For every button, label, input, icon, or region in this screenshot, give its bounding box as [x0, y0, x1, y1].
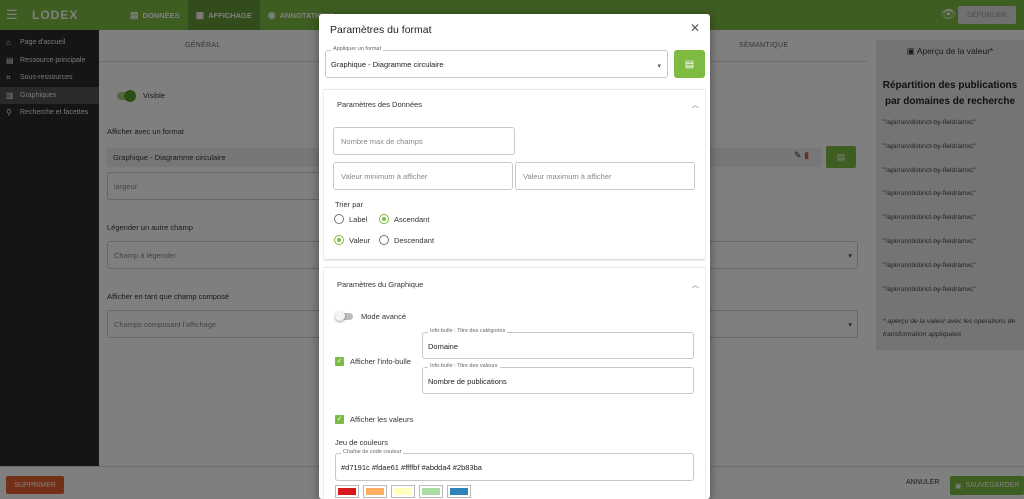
radio-icon [334, 235, 344, 245]
radio-label: Descendant [394, 235, 435, 245]
radio-icon [379, 235, 389, 245]
color-swatch-fill [422, 488, 440, 495]
tooltip-category-legend: Info-bulle : Titre des catégories [428, 328, 508, 334]
color-swatch[interactable] [363, 485, 387, 498]
color-string-input[interactable]: Chaîne de code couleur #d7191c #fdae61 #… [335, 449, 694, 481]
chevron-up-icon[interactable]: ︿ [692, 100, 699, 110]
show-tooltip-checkbox[interactable]: ✓ Afficher l'info-bulle [335, 357, 411, 366]
table-icon: ▤ [684, 58, 695, 70]
max-value-input[interactable]: Valeur maximum à afficher [515, 162, 695, 190]
radio-icon [334, 214, 344, 224]
apply-format-value: Graphique - Diagramme circulaire [331, 60, 444, 69]
radio-icon [379, 214, 389, 224]
apply-format-select[interactable]: Appliquer un format Graphique - Diagramm… [325, 46, 668, 78]
chevron-up-icon[interactable]: ︿ [692, 280, 699, 290]
advanced-mode-label: Mode avancé [361, 312, 407, 321]
max-value-placeholder: Valeur maximum à afficher [523, 172, 612, 181]
show-tooltip-label: Afficher l'info-bulle [350, 357, 411, 366]
color-swatch[interactable] [419, 485, 443, 498]
color-swatch[interactable] [335, 485, 359, 498]
order-descending-radio[interactable]: Descendant [379, 235, 434, 245]
check-icon: ✓ [335, 415, 344, 424]
color-string-value: #d7191c #fdae61 #ffffbf #abdda4 #2b83ba [341, 463, 482, 472]
min-value-input[interactable]: Valeur minimum à afficher [333, 162, 513, 190]
apply-format-legend: Appliquer un format [331, 46, 383, 52]
min-value-placeholder: Valeur minimum à afficher [341, 172, 428, 181]
sort-label: Trier par [335, 200, 364, 209]
tooltip-value-value: Nombre de publications [428, 377, 507, 386]
advanced-mode-toggle[interactable]: Mode avancé [335, 311, 407, 321]
sort-value-radio[interactable]: Valeur [334, 235, 370, 245]
close-icon[interactable]: ✕ [690, 21, 700, 35]
format-settings-dialog: Paramètres du format ✕ Appliquer un form… [319, 14, 710, 499]
check-icon: ✓ [335, 357, 344, 366]
caret-down-icon: ▾ [657, 63, 661, 70]
show-values-label: Afficher les valeurs [350, 415, 414, 424]
color-swatch[interactable] [391, 485, 415, 498]
color-string-legend: Chaîne de code couleur [341, 449, 404, 455]
advanced-mode-switch[interactable] [335, 311, 353, 321]
format-preview-button[interactable]: ▤ [674, 50, 705, 78]
radio-label: Ascendant [394, 214, 430, 224]
show-values-checkbox[interactable]: ✓ Afficher les valeurs [335, 415, 413, 424]
data-settings-panel: Paramètres des Données ︿ Nombre max de c… [324, 89, 705, 259]
max-fields-input[interactable]: Nombre max de champs [333, 127, 515, 155]
max-fields-placeholder: Nombre max de champs [341, 137, 423, 146]
order-ascending-radio[interactable]: Ascendant [379, 214, 429, 224]
color-swatch[interactable] [447, 485, 471, 498]
tooltip-category-value: Domaine [428, 342, 459, 351]
color-swatch-fill [394, 488, 412, 495]
color-swatch-fill [338, 488, 356, 495]
tooltip-value-legend: Info-bulle : Titre des valeurs [428, 363, 500, 369]
tooltip-value-input[interactable]: Info-bulle : Titre des valeurs Nombre de… [422, 363, 694, 394]
radio-label: Valeur [349, 235, 371, 245]
color-swatch-fill [450, 488, 468, 495]
radio-label: Label [349, 214, 368, 224]
tooltip-category-input[interactable]: Info-bulle : Titre des catégories Domain… [422, 328, 694, 359]
data-panel-title[interactable]: Paramètres des Données [337, 100, 422, 109]
chart-panel-title[interactable]: Paramètres du Graphique [337, 280, 423, 289]
color-swatch-fill [366, 488, 384, 495]
sort-label-radio[interactable]: Label [334, 214, 367, 224]
dialog-title: Paramètres du format [330, 24, 432, 36]
color-set-label: Jeu de couleurs [335, 438, 388, 447]
